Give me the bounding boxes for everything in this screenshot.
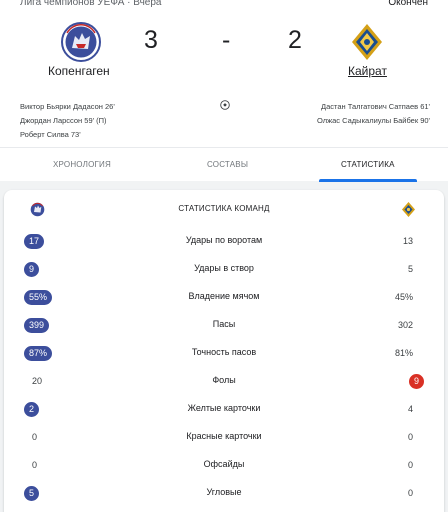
soccer-ball-icon <box>220 100 230 110</box>
match-status: Окончен <box>388 0 428 8</box>
stat-row-shots-on-target: 9 Удары в створ 5 <box>4 256 444 284</box>
scorer-item: Дастан Талгатович Сатпаев 61' <box>321 102 430 111</box>
tab-lineups[interactable]: СОСТАВЫ <box>207 148 248 182</box>
stats-title: СТАТИСТИКА КОМАНД <box>178 204 270 213</box>
stat-row-possession: 55% Владение мячом 45% <box>4 284 444 312</box>
away-score: 2 <box>288 26 302 54</box>
scorer-item: Виктор Бьярки Дадасон 26' <box>20 102 115 111</box>
match-header-card: Лига чемпионов УЕФА · Вчера Окончен Копе… <box>0 0 448 182</box>
active-tab-indicator <box>319 179 417 182</box>
match-tabs: ХРОНОЛОГИЯ СОСТАВЫ СТАТИСТИКА <box>0 147 448 182</box>
away-team-name[interactable]: Кайрат <box>348 64 387 78</box>
stat-row-fouls: 20 Фолы 9 <box>4 368 444 396</box>
away-stat-value: 9 <box>408 374 424 389</box>
home-scorers-list: Виктор Бьярки Дадасон 26' Джордан Ларссо… <box>20 100 115 142</box>
stat-label: Офсайды <box>203 459 245 469</box>
kairat-mini-logo-icon <box>401 201 416 218</box>
scorer-item: Джордан Ларссон 59' (П) <box>20 116 107 125</box>
stat-label: Удары по воротам <box>185 235 263 245</box>
away-stat-value: 13 <box>402 236 413 246</box>
stat-row-corners: 5 Угловые 0 <box>4 480 444 508</box>
away-stat-value: 5 <box>407 264 413 274</box>
stats-header: СТАТИСТИКА КОМАНД <box>4 190 444 230</box>
league-date-label[interactable]: Лига чемпионов УЕФА · Вчера <box>20 0 162 8</box>
away-stat-value: 0 <box>407 488 413 498</box>
team-stats-card: СТАТИСТИКА КОМАНД 17 Удары по воротам 13… <box>4 190 444 512</box>
away-stat-value: 45% <box>394 292 413 302</box>
stat-label: Удары в створ <box>194 263 254 273</box>
away-stat-value: 4 <box>407 404 413 414</box>
stat-row-passes: 399 Пасы 302 <box>4 312 444 340</box>
away-stat-value: 0 <box>407 460 413 470</box>
stat-row-pass-accuracy: 87% Точность пасов 81% <box>4 340 444 368</box>
score-separator: - <box>222 26 231 54</box>
tab-timeline[interactable]: ХРОНОЛОГИЯ <box>53 148 111 182</box>
away-stat-value: 302 <box>397 320 413 330</box>
kairat-logo-icon[interactable] <box>347 22 387 62</box>
scorer-item: Олжас Садыкалиулы Байбек 90' <box>316 116 430 125</box>
scorer-item: Роберт Силва 73' <box>20 130 81 139</box>
match-meta: Лига чемпионов УЕФА · Вчера Окончен <box>20 0 428 11</box>
tab-stats-label: СТАТИСТИКА <box>341 160 395 169</box>
stat-row-red-cards: 0 Красные карточки 0 <box>4 424 444 452</box>
stat-label: Владение мячом <box>188 291 260 301</box>
away-stat-value: 81% <box>394 348 413 358</box>
stat-label: Красные карточки <box>186 431 262 441</box>
stat-row-offsides: 0 Офсайды 0 <box>4 452 444 480</box>
away-stat-value: 0 <box>407 432 413 442</box>
home-team-name[interactable]: Копенгаген <box>48 64 110 78</box>
away-scorers-list: Дастан Талгатович Сатпаев 61' Олжас Сады… <box>317 100 430 128</box>
stat-label: Точность пасов <box>191 347 257 357</box>
home-score: 3 <box>144 26 158 54</box>
stat-row-shots: 17 Удары по воротам 13 <box>4 228 444 256</box>
copenhagen-logo-icon[interactable] <box>61 22 101 62</box>
tab-stats[interactable]: СТАТИСТИКА <box>319 148 417 182</box>
stat-label: Фолы <box>212 375 236 385</box>
stat-label: Пасы <box>212 319 236 329</box>
stat-label: Желтые карточки <box>187 403 261 413</box>
stat-row-yellow-cards: 2 Желтые карточки 4 <box>4 396 444 424</box>
stat-label: Угловые <box>206 487 242 497</box>
